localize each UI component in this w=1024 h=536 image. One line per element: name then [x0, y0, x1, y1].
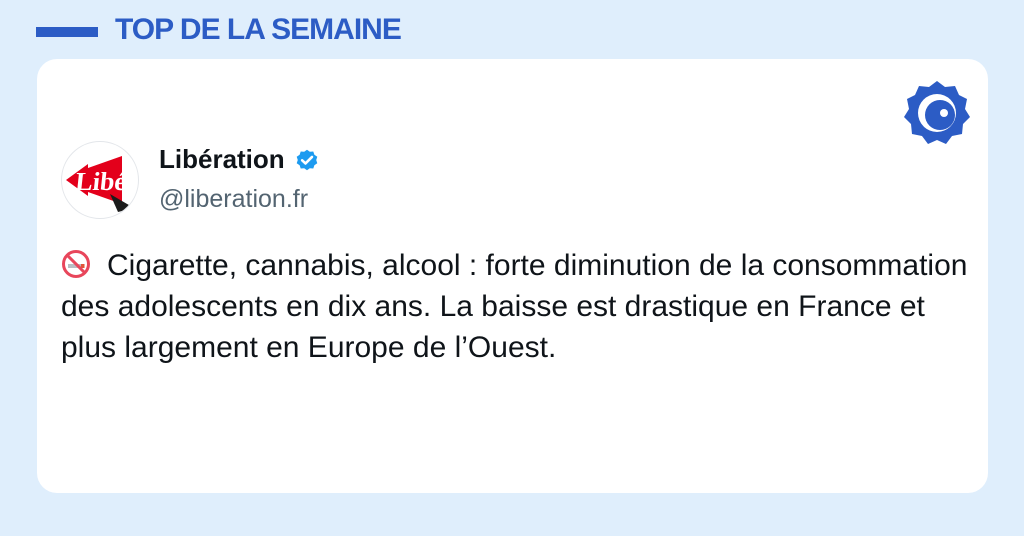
tweet-card: Libé Libération @liberation.fr Cigarette…	[37, 59, 988, 493]
avatar[interactable]: Libé	[61, 141, 139, 219]
liberation-logo-icon: Libé	[66, 156, 134, 212]
brand-logo-icon[interactable]	[903, 78, 971, 146]
avatar-text: Libé	[74, 167, 128, 196]
no-smoking-icon	[62, 250, 90, 278]
page-title: TOP DE LA SEMAINE	[115, 13, 402, 46]
tweet-text-body: Cigarette, cannabis, alcool : forte dimi…	[61, 249, 968, 364]
account-handle[interactable]: @liberation.fr	[159, 185, 308, 214]
verified-badge-icon	[296, 149, 317, 170]
account-name-label: Libération	[159, 144, 285, 174]
tweet-text: Cigarette, cannabis, alcool : forte dimi…	[61, 245, 976, 368]
account-name[interactable]: Libération	[159, 144, 320, 175]
header-accent-bar	[36, 27, 98, 37]
